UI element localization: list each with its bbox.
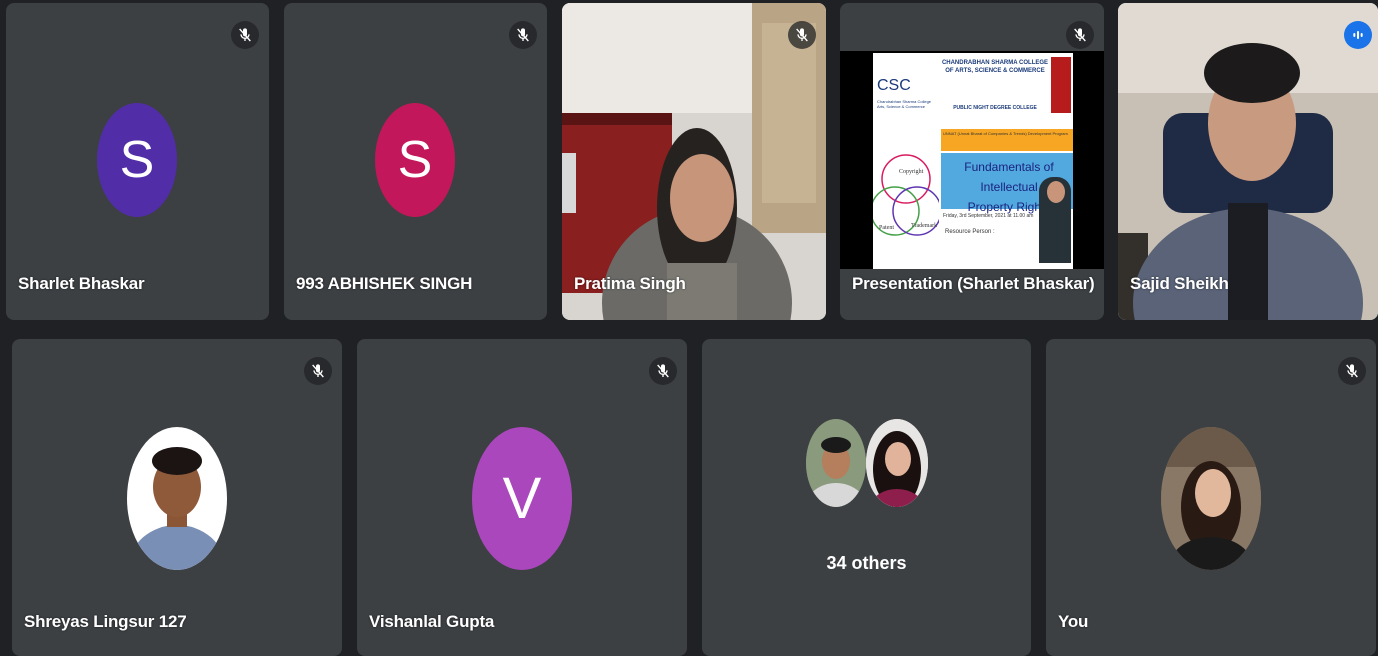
camera-video — [1118, 3, 1378, 320]
slide-logo: CSC — [877, 77, 911, 94]
venn-label-trademark: Trademark — [911, 223, 937, 229]
slide-college-name-2: PUBLIC NIGHT DEGREE COLLEGE — [953, 105, 1037, 111]
participant-tile-shreyas[interactable]: Shreyas Lingsur 127 — [12, 339, 342, 656]
avatar-other-2 — [866, 419, 928, 507]
presentation-slide: CSC Chandrabhan Sharma College Arts, Sci… — [873, 53, 1073, 269]
avatar: V — [472, 427, 572, 570]
camera-video — [562, 3, 826, 320]
participant-tile-sharlet[interactable]: S Sharlet Bhaskar — [6, 3, 269, 320]
participant-name: You — [1058, 612, 1089, 631]
participant-name: Sajid Sheikh — [1130, 274, 1229, 293]
avatar-other-1 — [806, 419, 866, 507]
others-count: 34 others — [826, 553, 907, 573]
participant-name: Vishanlal Gupta — [369, 612, 495, 631]
speaker-face — [1047, 181, 1065, 203]
mic-off-icon — [231, 21, 259, 49]
slide-program-band: UNNAT (Unnat Bharat of Companies & Trend… — [941, 129, 1073, 151]
mic-off-icon — [1338, 357, 1366, 385]
participant-name: Pratima Singh — [574, 274, 686, 293]
participant-tile-sajid[interactable]: Sajid Sheikh — [1118, 3, 1378, 320]
participant-name: Shreyas Lingsur 127 — [24, 612, 187, 631]
avatar: S — [375, 103, 455, 217]
presentation-tile[interactable]: CSC Chandrabhan Sharma College Arts, Sci… — [840, 3, 1104, 320]
avatar — [1161, 427, 1261, 570]
venn-diagram: Copyright Patent Trademark — [873, 154, 939, 236]
participant-tile-you[interactable]: You — [1046, 339, 1376, 656]
mic-off-icon — [1066, 21, 1094, 49]
participant-tile-vishanlal[interactable]: V Vishanlal Gupta — [357, 339, 687, 656]
mic-off-icon — [304, 357, 332, 385]
others-tile[interactable]: 34 others — [702, 339, 1031, 656]
venn-label-copyright: Copyright — [899, 169, 924, 175]
mic-off-icon — [649, 357, 677, 385]
avatar — [127, 427, 227, 570]
participant-tile-abhishek[interactable]: S 993 ABHISHEK SINGH — [284, 3, 547, 320]
participant-tile-pratima[interactable]: Pratima Singh — [562, 3, 826, 320]
speaking-indicator-icon — [1344, 21, 1372, 49]
participant-name: Presentation (Sharlet Bhaskar) — [852, 274, 1095, 293]
slide-resource-person: Resource Person : — [945, 229, 995, 235]
college-seal-icon — [1051, 57, 1071, 113]
slide-logo-caption: Chandrabhan Sharma College Arts, Science… — [877, 99, 932, 109]
participant-name: Sharlet Bhaskar — [18, 274, 145, 293]
venn-label-patent: Patent — [879, 225, 894, 231]
slide-college-name: CHANDRABHAN SHARMA COLLEGE OF ARTS, SCIE… — [941, 60, 1049, 74]
mic-off-icon — [788, 21, 816, 49]
participant-name: 993 ABHISHEK SINGH — [296, 274, 473, 293]
mic-off-icon — [509, 21, 537, 49]
avatar: S — [97, 103, 177, 217]
